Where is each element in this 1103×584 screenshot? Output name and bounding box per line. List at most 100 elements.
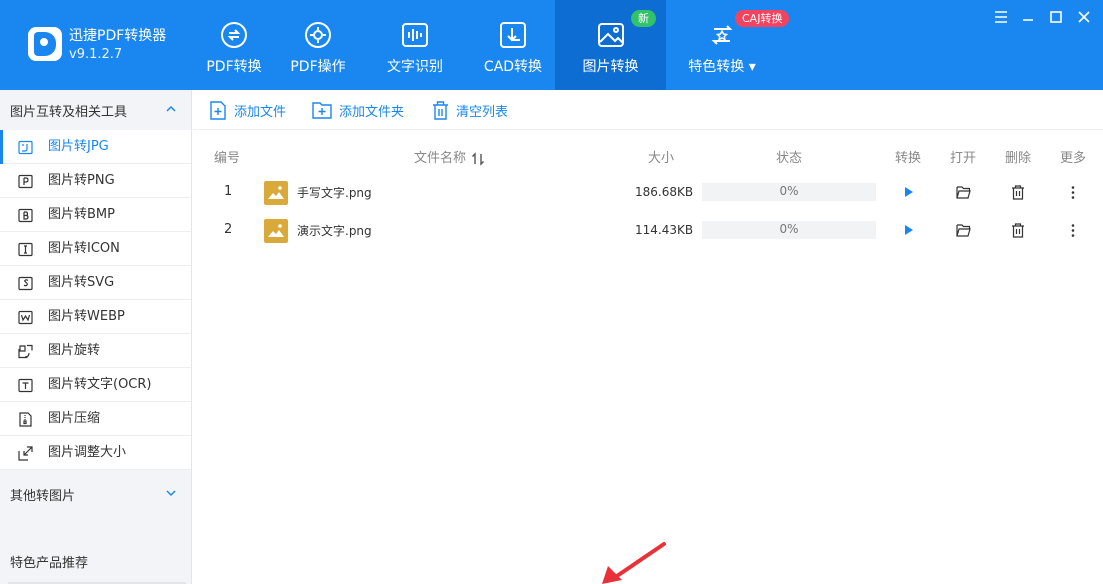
row-index: 2 [224, 222, 233, 237]
sidebar-item-label: 图片调整大小 [48, 445, 127, 460]
pdf-convert-icon [219, 20, 249, 50]
new-badge: 新 [631, 10, 656, 27]
text-recognition-icon [400, 20, 430, 50]
close-icon[interactable] [1073, 7, 1095, 27]
sidebar-item-image-resize[interactable]: 图片调整大小 [0, 436, 191, 470]
file-name: 手写文字.png [297, 186, 372, 200]
sidebar-item-image-png[interactable]: 图片转PNG [0, 164, 191, 198]
image-webp-icon [18, 310, 33, 325]
pdf-operate-icon [303, 20, 333, 50]
column-header-index: 编号 [214, 151, 241, 166]
sidebar-item-image-compress[interactable]: 图片压缩 [0, 402, 191, 436]
chevron-up-icon [166, 105, 176, 112]
sidebar-item-label: 图片转文字(OCR) [48, 377, 152, 392]
row-index: 1 [224, 184, 233, 199]
progress-bar: 0% [702, 183, 876, 201]
menu-icon[interactable] [990, 7, 1012, 27]
column-header-status: 状态 [776, 151, 803, 166]
annotation-arrow [602, 542, 666, 584]
image-convert-icon [596, 20, 626, 50]
play-icon[interactable] [901, 222, 917, 238]
clear-list-button[interactable]: 清空列表 [432, 100, 508, 120]
image-compress-icon [19, 412, 32, 427]
folder-open-icon[interactable] [955, 184, 971, 200]
caj-badge: CAJ转换 [735, 10, 790, 27]
image-icon-icon [18, 242, 33, 257]
tab-label: PDF操作 [290, 59, 346, 75]
maximize-icon[interactable] [1045, 7, 1067, 27]
chevron-down-icon [166, 490, 176, 497]
column-header-name[interactable]: 文件名称 [414, 150, 485, 168]
folder-open-icon[interactable] [955, 222, 971, 238]
tab-cad-convert[interactable]: CAD转换 [476, 0, 550, 90]
sidebar-item-image-jpg[interactable]: 图片转JPG [0, 130, 191, 164]
file-name: 演示文字.png [297, 224, 372, 238]
add-folder-icon [312, 102, 332, 119]
image-file-icon [264, 219, 288, 243]
delete-icon[interactable] [1010, 222, 1026, 238]
progress-text: 0% [779, 184, 799, 198]
app-logo [28, 27, 62, 61]
file-size: 186.68KB [635, 185, 694, 199]
tab-pdf-convert[interactable]: PDF转换 [197, 0, 271, 90]
table-row[interactable]: 2 演示文字.png 114.43KB 0% [193, 211, 1103, 249]
cad-convert-icon [498, 20, 528, 50]
column-header-delete: 删除 [1005, 151, 1032, 166]
top-bar: 迅捷PDF转换器 v9.1.2.7 PDF转换 PDF操作 文字识别 CAD转换… [0, 0, 1103, 90]
app-version: v9.1.2.7 [69, 47, 123, 62]
more-icon[interactable] [1065, 222, 1081, 238]
more-icon[interactable] [1065, 184, 1081, 200]
add-file-button[interactable]: 添加文件 [209, 100, 286, 120]
add-file-icon [210, 100, 226, 120]
sidebar-section-other-to-image[interactable]: 其他转图片 [0, 474, 191, 514]
add-folder-label: 添加文件夹 [339, 104, 405, 120]
sidebar: 图片互转及相关工具 图片转JPG 图片转PNG 图片转BMP 图片转ICON 图… [0, 90, 192, 584]
sidebar-item-image-webp[interactable]: 图片转WEBP [0, 300, 191, 334]
play-icon[interactable] [901, 184, 917, 200]
section-label: 图片互转及相关工具 [10, 104, 128, 120]
tab-label: 特色转换 ▾ [688, 59, 756, 75]
section-label: 其他转图片 [10, 488, 76, 504]
tab-label: CAD转换 [483, 59, 543, 75]
divider [193, 129, 1103, 130]
column-header-size: 大小 [648, 151, 675, 166]
add-folder-button[interactable]: 添加文件夹 [312, 100, 404, 120]
clear-list-label: 清空列表 [456, 104, 509, 120]
image-resize-icon [18, 446, 33, 461]
sidebar-item-image-bmp[interactable]: 图片转BMP [0, 198, 191, 232]
image-png-icon [18, 174, 33, 189]
sidebar-item-image-svg[interactable]: 图片转SVG [0, 266, 191, 300]
sidebar-section-image-tools[interactable]: 图片互转及相关工具 [0, 90, 191, 130]
app-title: 迅捷PDF转换器 [69, 28, 167, 44]
tab-pdf-operate[interactable]: PDF操作 [281, 0, 355, 90]
progress-bar: 0% [702, 221, 876, 239]
image-rotate-icon [18, 344, 33, 359]
image-svg-icon [18, 276, 33, 291]
trash-icon [433, 100, 448, 120]
sidebar-item-image-ocr[interactable]: 图片转文字(OCR) [0, 368, 191, 402]
image-jpg-icon [18, 140, 33, 155]
sidebar-item-image-rotate[interactable]: 图片旋转 [0, 334, 191, 368]
sidebar-item-label: 图片转ICON [48, 241, 120, 256]
column-header-label: 文件名称 [414, 151, 467, 166]
featured-products-label: 特色产品推荐 [10, 556, 89, 571]
sidebar-item-label: 图片旋转 [48, 343, 101, 358]
image-ocr-icon [18, 378, 33, 393]
sidebar-item-label: 图片转SVG [48, 275, 115, 290]
minimize-icon[interactable] [1017, 7, 1039, 27]
delete-icon[interactable] [1010, 184, 1026, 200]
tab-label: PDF转换 [206, 59, 262, 75]
file-size: 114.43KB [635, 223, 694, 237]
sidebar-item-label: 图片转JPG [48, 139, 109, 154]
sort-icon[interactable] [471, 152, 485, 166]
sidebar-item-label: 图片转PNG [48, 173, 115, 188]
add-file-label: 添加文件 [234, 104, 287, 120]
column-header-convert: 转换 [895, 151, 922, 166]
sidebar-item-image-icon[interactable]: 图片转ICON [0, 232, 191, 266]
tab-text-recognition[interactable]: 文字识别 [378, 0, 452, 90]
progress-text: 0% [779, 222, 799, 236]
image-file-icon [264, 181, 288, 205]
table-row[interactable]: 1 手写文字.png 186.68KB 0% [193, 173, 1103, 211]
sidebar-item-label: 图片转WEBP [48, 309, 125, 324]
tab-label: 文字识别 [387, 59, 443, 75]
